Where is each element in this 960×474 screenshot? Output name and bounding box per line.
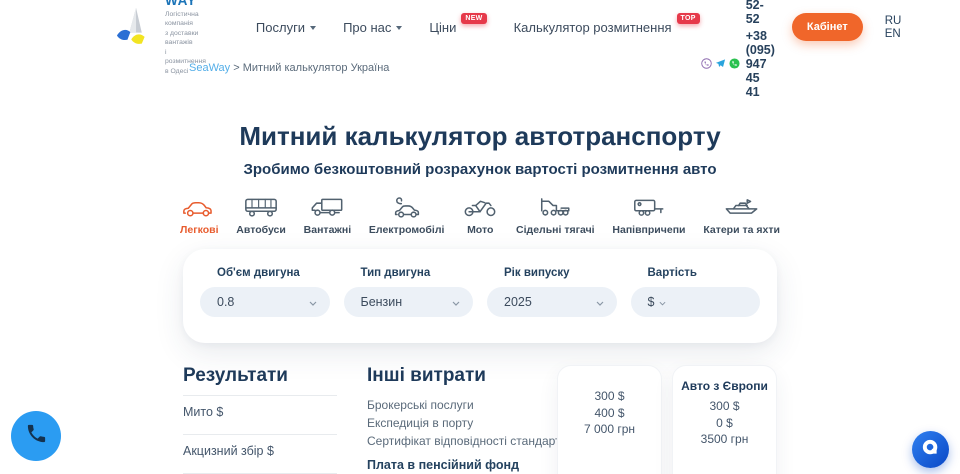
phone-number-1[interactable]: +38 (067) 009-52-52 (746, 0, 775, 26)
card-value: 400 $ (558, 405, 661, 422)
other-costs-title: Інші витрати (367, 365, 557, 387)
sailboat-logo-icon (116, 5, 158, 50)
yacht-icon (724, 195, 760, 218)
phone-number-2[interactable]: +38 (095) 947 45 41 (746, 29, 775, 99)
field-cost: Вартість $ (631, 267, 761, 317)
result-row-duty: Мито $ (183, 395, 337, 434)
logo-name: SEA WAY (165, 0, 206, 8)
language-switcher: RU EN (885, 15, 902, 40)
chevron-down-icon (596, 295, 604, 309)
vehicle-tabs: Легкові Автобуси Вантажні (180, 195, 780, 236)
cost-card-europe: Авто з Європи 300 $ 0 $ 3500 грн (672, 365, 777, 474)
field-label: Рік випуску (504, 267, 617, 279)
breadcrumb-current: Митний калькулятор Україна (243, 62, 390, 74)
call-button[interactable] (11, 411, 61, 461)
nav-item-prices[interactable]: Ціни NEW (429, 20, 486, 35)
cost-item-certificate: Сертифікат відповідності стандартам (367, 434, 557, 448)
tab-semi-trucks[interactable]: Сідельні тягачі (516, 195, 595, 236)
results-column: Результати Мито $ Акцизний збір $ (183, 365, 337, 474)
card-value: 300 $ (673, 398, 776, 415)
trailer-icon (631, 195, 667, 218)
semi-truck-icon (537, 195, 573, 218)
other-costs-column: Інші витрати Брокерські послуги Експедиц… (367, 365, 557, 474)
lang-en[interactable]: EN (885, 28, 902, 40)
top-badge: TOP (677, 13, 700, 24)
cost-cards: 300 $ 400 $ 7 000 грн Авто з Європи 300 … (557, 365, 777, 474)
lang-ru[interactable]: RU (885, 15, 902, 27)
phone-icon (25, 422, 48, 450)
card-value: 300 $ (558, 388, 661, 405)
field-label: Тип двигуна (361, 267, 474, 279)
header: SEA WAY Логістична компанія з доставки в… (0, 0, 960, 54)
calculator-form: Об'єм двигуна 0.8 Тип двигуна Бензин Рік… (183, 249, 777, 343)
bus-icon (243, 195, 279, 218)
currency-select[interactable]: $ (648, 295, 655, 309)
chevron-down-icon (310, 26, 316, 30)
chevron-down-icon (309, 295, 317, 309)
field-label: Об'єм двигуна (217, 267, 330, 279)
electric-car-icon (389, 195, 425, 218)
card-value: 0 $ (673, 415, 776, 432)
field-engine-type: Тип двигуна Бензин (344, 267, 474, 317)
new-badge: NEW (461, 13, 486, 24)
motorcycle-icon (462, 195, 498, 218)
results-title: Результати (183, 365, 337, 387)
engine-type-select[interactable]: Бензин (344, 287, 474, 317)
page-subtitle: Зробимо безкоштовний розрахунок вартості… (0, 161, 960, 178)
nav-item-services[interactable]: Послуги (256, 20, 316, 35)
breadcrumb-home-link[interactable]: SeaWay (189, 62, 230, 74)
cost-card-values: 300 $ 400 $ 7 000 грн (557, 365, 662, 474)
breadcrumb-separator: > (233, 62, 239, 74)
card-value: 7 000 грн (558, 421, 661, 438)
field-year: Рік випуску 2025 (487, 267, 617, 317)
card-value: 3500 грн (673, 431, 776, 448)
car-icon (181, 195, 217, 218)
tab-cars[interactable]: Легкові (180, 195, 218, 236)
cost-item-broker: Брокерські послуги (367, 398, 557, 412)
tab-semi-trailers[interactable]: Напівпричепи (612, 195, 685, 236)
phone-row-1[interactable]: +38 (067) 009-52-52 (700, 0, 775, 26)
breadcrumb: SeaWay > Митний калькулятор Україна (183, 62, 777, 74)
result-row-excise: Акцизний збір $ (183, 434, 337, 473)
telegram-icon[interactable] (715, 58, 726, 69)
chat-bubble-icon (920, 437, 941, 463)
hero: Митний калькулятор автотранспорту Зробим… (0, 121, 960, 178)
whatsapp-icon[interactable] (729, 58, 740, 69)
results-section: Результати Мито $ Акцизний збір $ Інші в… (183, 365, 777, 474)
field-engine-volume: Об'єм двигуна 0.8 (200, 267, 330, 317)
field-label: Вартість (648, 267, 761, 279)
nav-item-about[interactable]: Про нас (343, 20, 402, 35)
card-title: Авто з Європи (673, 379, 776, 393)
chevron-down-icon (396, 26, 402, 30)
tab-boats-yachts[interactable]: Катери та яхти (703, 195, 780, 236)
tab-trucks[interactable]: Вантажні (304, 195, 351, 236)
cost-input[interactable]: $ (631, 287, 761, 317)
engine-volume-select[interactable]: 0.8 (200, 287, 330, 317)
tab-electric-cars[interactable]: Електромобілі (369, 195, 445, 236)
page-title: Митний калькулятор автотранспорту (0, 121, 960, 152)
tab-buses[interactable]: Автобуси (236, 195, 286, 236)
results-list: Мито $ Акцизний збір $ (183, 395, 337, 474)
chat-button[interactable] (912, 431, 949, 468)
cost-item-pension-fund: Плата в пенсійний фонд при реєстрації МР… (367, 457, 539, 474)
header-contacts: +38 (067) 009-52-52 +38 (095) 947 45 41 (700, 0, 775, 99)
viber-icon[interactable] (701, 58, 712, 69)
tab-motorcycles[interactable]: Мото (462, 195, 498, 236)
chevron-down-icon (659, 295, 666, 309)
year-select[interactable]: 2025 (487, 287, 617, 317)
cabinet-button[interactable]: Кабінет (792, 13, 863, 41)
other-costs-list: Брокерські послуги Експедиція в порту Се… (367, 398, 557, 474)
phone-row-2: +38 (095) 947 45 41 (700, 29, 775, 99)
truck-icon (309, 195, 345, 218)
nav-item-customs-calculator[interactable]: Калькулятор розмитнення TOP (514, 20, 700, 35)
main-nav: Послуги Про нас Ціни NEW Калькулятор роз… (256, 20, 700, 35)
cost-item-port: Експедиція в порту (367, 416, 557, 430)
chevron-down-icon (452, 295, 460, 309)
